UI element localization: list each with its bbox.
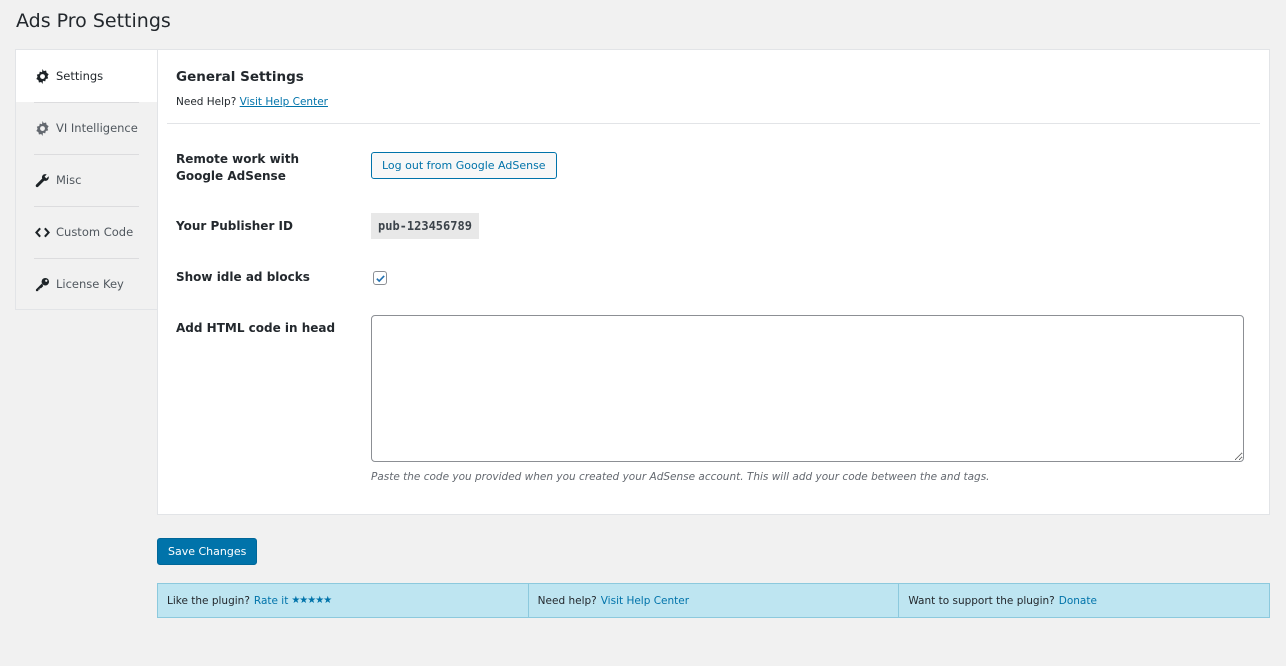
code-icon [34, 224, 50, 240]
footer-support-text: Want to support the plugin? [908, 594, 1055, 607]
html-head-textarea[interactable] [371, 315, 1244, 462]
general-settings-panel: General Settings Need Help? Visit Help C… [157, 49, 1270, 515]
key-icon [34, 276, 50, 292]
sidebar-item-license-key[interactable]: License Key [16, 258, 157, 310]
footer-rate-cell: Like the plugin? Rate it ★★★★★ [158, 584, 529, 617]
visit-help-center-link[interactable]: Visit Help Center [240, 96, 328, 108]
help-line: Need Help? Visit Help Center [176, 96, 328, 108]
settings-sidebar: Settings VI Intelligence Misc Custom Cod… [15, 49, 158, 310]
wrench-icon [34, 172, 50, 188]
footer-help-cell: Need help? Visit Help Center [529, 584, 900, 617]
divider [167, 123, 1260, 124]
star-rating-icon[interactable]: ★★★★★ [291, 595, 332, 606]
footer-help-text: Need help? [537, 594, 597, 607]
logout-adsense-button[interactable]: Log out from Google AdSense [371, 152, 557, 179]
sidebar-item-vi-intelligence[interactable]: VI Intelligence [16, 102, 157, 154]
publisher-id-label: Your Publisher ID [176, 219, 293, 233]
sidebar-item-label: Misc [56, 173, 82, 187]
donate-link[interactable]: Donate [1059, 595, 1097, 607]
html-head-label: Add HTML code in head [176, 321, 336, 335]
sidebar-item-misc[interactable]: Misc [16, 154, 157, 206]
gear-icon [34, 68, 50, 84]
remote-work-label: Remote work with Google AdSense [176, 152, 300, 183]
sidebar-item-label: VI Intelligence [56, 121, 138, 135]
plugin-footer-bar: Like the plugin? Rate it ★★★★★ Need help… [157, 583, 1270, 618]
rate-it-link[interactable]: Rate it [254, 595, 288, 607]
footer-like-text: Like the plugin? [167, 594, 250, 607]
checkmark-icon [375, 274, 385, 282]
gear-icon [34, 120, 50, 136]
sidebar-item-custom-code[interactable]: Custom Code [16, 206, 157, 258]
section-title: General Settings [176, 69, 304, 85]
idle-ad-blocks-label: Show idle ad blocks [176, 270, 310, 284]
sidebar-item-label: Custom Code [56, 225, 134, 239]
footer-help-center-link[interactable]: Visit Help Center [601, 595, 689, 607]
save-changes-button[interactable]: Save Changes [157, 538, 258, 565]
footer-donate-cell: Want to support the plugin? Donate [899, 584, 1269, 617]
idle-ad-blocks-checkbox[interactable] [373, 271, 387, 285]
sidebar-item-label: Settings [56, 69, 104, 83]
page-title: Ads Pro Settings [16, 10, 171, 32]
html-head-hint: Paste the code you provided when you cre… [371, 471, 990, 483]
sidebar-item-label: License Key [56, 277, 124, 291]
help-prefix: Need Help? [176, 96, 237, 108]
sidebar-item-settings[interactable]: Settings [16, 50, 158, 102]
publisher-id-value: pub-123456789 [371, 213, 479, 239]
